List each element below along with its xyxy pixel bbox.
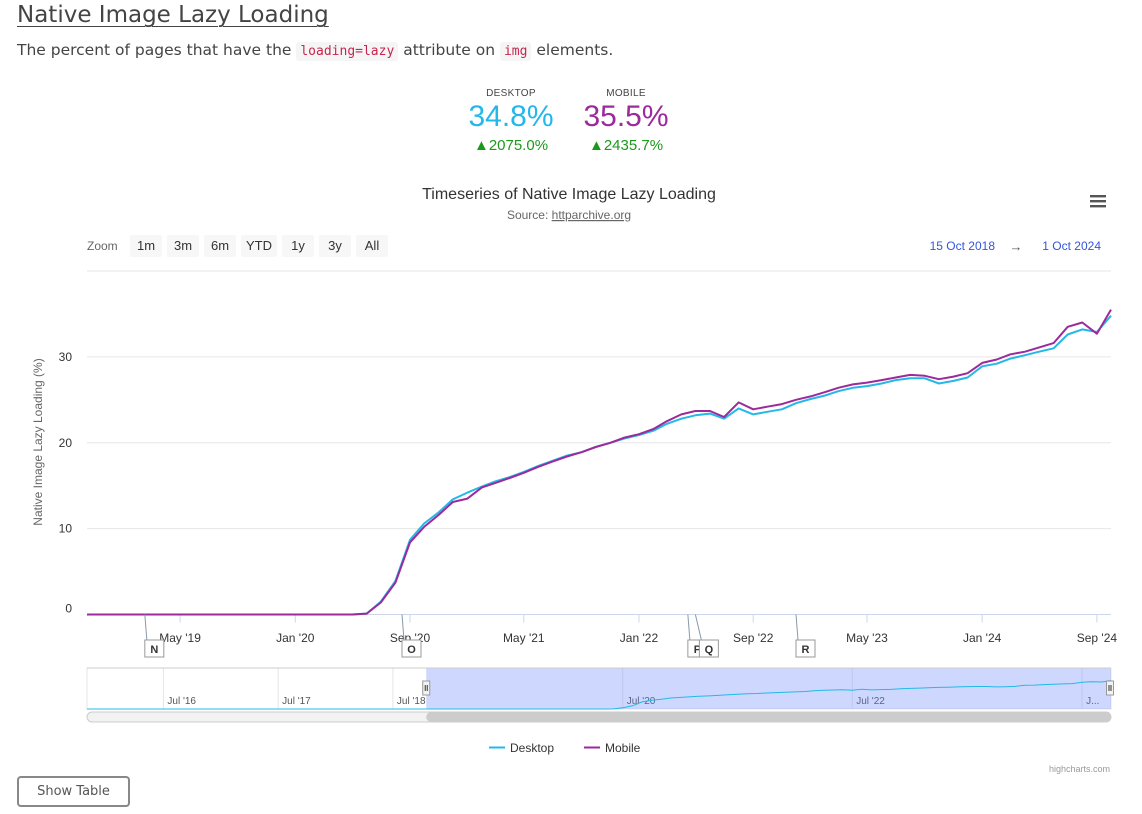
x-tick-label: Jan '20: [276, 631, 315, 645]
zoom-button-label: YTD: [246, 238, 272, 253]
zoom-button-label: All: [365, 238, 380, 253]
export-menu-button[interactable]: [1084, 190, 1112, 214]
x-tick-label: May '21: [503, 631, 545, 645]
show-table-button[interactable]: Show Table: [17, 776, 130, 807]
y-tick-label-0: 0: [65, 602, 72, 616]
flag-label: N: [150, 644, 158, 656]
series-line-mobile: [87, 309, 1112, 616]
legend-item-desktop[interactable]: Desktop: [489, 741, 554, 755]
chart-subtitle-prefix: Source:: [507, 208, 552, 222]
zoom-button-label: 3m: [174, 238, 192, 253]
flag-label: Q: [705, 644, 714, 656]
flag-stem: [795, 614, 799, 641]
x-axis-ticks: May '19 Jan '20 Sep '20 May '21 Jan '22 Sep '…: [159, 614, 1118, 645]
range-from-input[interactable]: 15 Oct 2018: [930, 239, 996, 253]
hamburger-menu-icon: [1090, 195, 1106, 198]
range-to-input[interactable]: 1 Oct 2024: [1042, 239, 1101, 253]
y-axis-label: Native Image Lazy Loading (%): [31, 358, 45, 525]
x-tick-label: Jan '24: [963, 631, 1002, 645]
legend-item-mobile[interactable]: Mobile: [584, 741, 641, 755]
y-tick-label-30: 30: [59, 350, 73, 364]
navigator[interactable]: Jul '16Jul '17Jul '18Jul '20Jul '22J...: [86, 667, 1114, 710]
y-tick-label-20: 20: [59, 436, 73, 450]
navigator-label: Jul '18: [397, 696, 426, 707]
flag-stem: [144, 614, 148, 641]
x-tick-label: May '19: [159, 631, 201, 645]
series-line-desktop: [87, 315, 1112, 616]
zoom-button-label: 6m: [211, 238, 229, 253]
handle-box: [1106, 680, 1114, 696]
zoom-button-1m[interactable]: 1m: [130, 235, 162, 257]
flag-label: R: [802, 644, 810, 656]
zoom-button-ytd[interactable]: YTD: [241, 235, 277, 257]
zoom-button-all[interactable]: All: [356, 235, 388, 257]
chart-svg: Timeseries of Native Image Lazy Loading …: [31, 186, 1118, 774]
zoom-button-1y[interactable]: 1y: [282, 235, 314, 257]
x-tick-label: Sep '22: [733, 631, 774, 645]
zoom-button-label: 3y: [328, 238, 342, 253]
chart-source-link[interactable]: httparchive.org: [552, 208, 631, 222]
zoom-label: Zoom: [87, 239, 118, 253]
zoom-button-3y[interactable]: 3y: [319, 235, 351, 257]
legend: Desktop Mobile: [489, 741, 641, 755]
zoom-button-label: 1y: [291, 238, 305, 253]
navigator-handle-right[interactable]: [1106, 680, 1114, 696]
chart-subtitle: Source: httparchive.org: [507, 208, 631, 222]
y-tick-label-10: 10: [59, 522, 73, 536]
x-tick-label: Jan '22: [620, 631, 659, 645]
hamburger-menu-icon-bar-2: [1090, 200, 1106, 203]
flag-label: O: [407, 644, 416, 656]
event-flags: NOPQR: [144, 614, 816, 658]
series-lines: [87, 309, 1112, 616]
scrollbar-thumb[interactable]: [426, 712, 1112, 722]
highcharts-credits[interactable]: highcharts.com: [1049, 764, 1110, 774]
navigator-selected-range[interactable]: [426, 668, 1112, 709]
y-gridlines: [87, 270, 1111, 530]
navigator-label: Jul '16: [167, 696, 196, 707]
chart-title: Timeseries of Native Image Lazy Loading: [422, 186, 716, 203]
navigator-handle-left[interactable]: [422, 680, 431, 696]
zoom-button-label: 1m: [137, 238, 155, 253]
range-selector: Zoom 1m 3m 6m YTD 1y 3y All 15 Oct 2018 → 1 Oc…: [87, 235, 1101, 257]
x-tick-label: May '23: [846, 631, 888, 645]
legend-label: Mobile: [605, 741, 641, 755]
range-arrow: →: [1010, 239, 1023, 254]
legend-label: Desktop: [510, 741, 554, 755]
zoom-buttons: 1m 3m 6m YTD 1y 3y All: [130, 235, 388, 257]
flag-r[interactable]: R: [795, 614, 816, 658]
flag-stem: [694, 614, 702, 641]
flag-stem: [687, 614, 691, 641]
timeseries-chart: Timeseries of Native Image Lazy Loading …: [0, 0, 1142, 814]
navigator-label: Jul '17: [282, 696, 311, 707]
zoom-button-6m[interactable]: 6m: [204, 235, 236, 257]
handle-box: [422, 680, 431, 696]
hamburger-menu-icon-bar-3: [1090, 205, 1106, 208]
scrollbar[interactable]: [86, 711, 1112, 723]
y-axis-ticks: 0 10 20 30: [59, 350, 73, 616]
x-tick-label: Sep '24: [1077, 631, 1118, 645]
zoom-button-3m[interactable]: 3m: [167, 235, 199, 257]
